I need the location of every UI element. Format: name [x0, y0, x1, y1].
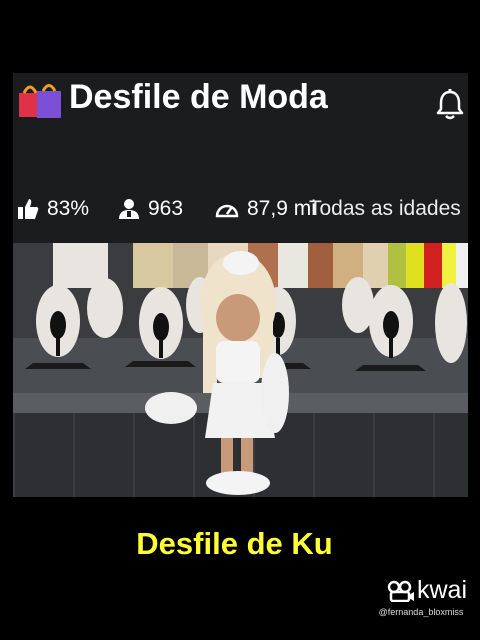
experience-title[interactable]: Desfile de Moda	[15, 77, 435, 117]
visits-value: 87,9 mi	[247, 197, 316, 220]
game-thumbnail[interactable]	[13, 243, 468, 497]
likes-stat: 83%	[17, 191, 89, 227]
kwai-watermark: kwai	[387, 576, 467, 605]
players-stat: 963	[118, 191, 183, 227]
players-value: 963	[148, 197, 184, 220]
players-icon	[119, 199, 139, 219]
visits-stat: 87,9 mi	[215, 191, 316, 227]
experience-card: Desfile de Moda 83% 963 87,9 mi Todas as…	[13, 73, 468, 497]
video-caption: Desfile de Ku	[136, 526, 333, 561]
kwai-brand-text: kwai	[417, 576, 468, 604]
age-rating: Todas as idades	[309, 197, 461, 220]
bell-icon[interactable]	[435, 89, 465, 121]
likes-value: 83%	[47, 197, 90, 220]
visits-gauge-icon	[215, 204, 239, 218]
creator-handle: @fernanda_bloxmiss	[378, 607, 464, 617]
thumbs-up-icon	[18, 199, 39, 219]
kwai-logo-icon	[387, 580, 414, 602]
stats-row: 83% 963 87,9 mi Todas as idades	[13, 191, 468, 227]
